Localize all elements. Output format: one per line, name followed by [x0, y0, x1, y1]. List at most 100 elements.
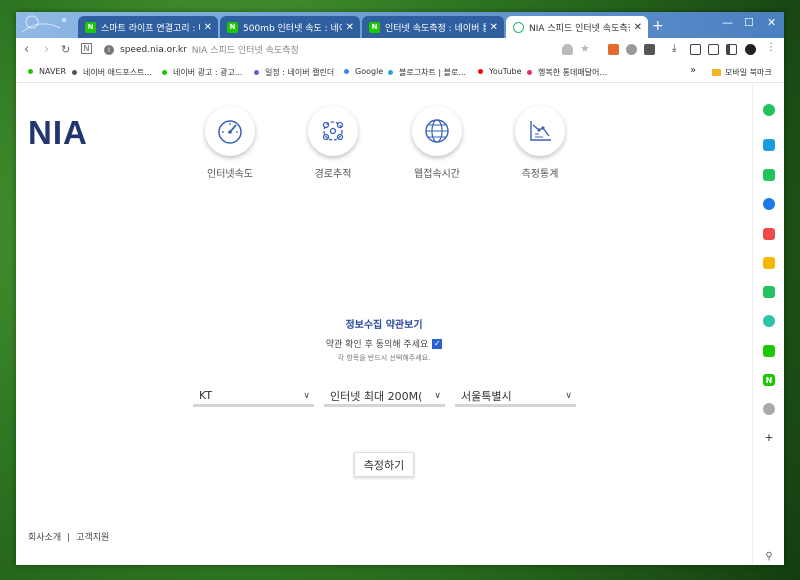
sidebar-app-icon[interactable] [763, 104, 775, 116]
maximize-icon[interactable]: ☐ [744, 16, 754, 29]
nav-internet-speed[interactable]: 인터넷속도 [190, 106, 270, 180]
close-icon[interactable]: ✕ [346, 22, 354, 33]
folder-icon [712, 69, 721, 76]
extension-dark-icon[interactable] [644, 44, 655, 55]
reload-icon[interactable]: ↻ [61, 43, 70, 56]
nav-circle[interactable] [308, 106, 358, 156]
tab-3-active[interactable]: NIA 스피드 인터넷 속도측정 ✕ [506, 16, 648, 38]
nav-web-access-time[interactable]: 웹접속시간 [397, 106, 477, 180]
measure-button[interactable]: 측정하기 [354, 452, 414, 477]
download-icon[interactable]: ⤓ [672, 43, 676, 54]
sidebar-pocket-icon[interactable] [763, 228, 775, 240]
tab-2[interactable]: N 인터넷 속도측정 : 네이버 통합 ✕ [362, 16, 504, 38]
bookmark-label: 일정 : 네이버 캘린더 [265, 68, 335, 77]
agree-hint: 각 항목을 반드시 선택해주세요. [337, 354, 431, 362]
footer-links: 회사소개 | 고객지원 [28, 530, 109, 543]
extension-round-icon[interactable] [626, 44, 637, 55]
bookmark-favicon-icon [72, 70, 77, 75]
forward-arrow-icon[interactable]: › [44, 42, 49, 57]
bookmark-item[interactable]: 네이버 애드포스트... [72, 67, 152, 78]
bookmark-favicon-icon [254, 70, 259, 75]
nav-circle[interactable] [205, 106, 255, 156]
bookmark-item[interactable]: NAVER [28, 67, 66, 76]
close-icon[interactable]: ✕ [204, 22, 212, 33]
profile-avatar-icon[interactable] [745, 44, 756, 55]
bookmark-label: NAVER [39, 67, 67, 76]
menu-kebab-icon[interactable]: ⋮ [766, 42, 776, 53]
footer-separator: | [67, 533, 71, 543]
footer-support-link[interactable]: 고객지원 [76, 533, 109, 543]
naver-favicon-icon: N [85, 21, 96, 33]
chevron-down-icon: ∨ [565, 390, 572, 401]
back-arrow-icon[interactable]: ‹ [24, 42, 29, 57]
sidebar-play-icon[interactable] [763, 315, 775, 327]
sidebar-calendar-icon[interactable] [763, 139, 775, 151]
bookmark-item[interactable]: 블로그차트 | 블로... [388, 67, 466, 78]
tab-0[interactable]: N 스마트 라이프 연결고리 : 네이 ✕ [78, 16, 218, 38]
plan-select[interactable]: 인터넷 최대 200M( ∨ [324, 387, 445, 407]
tab-label: 500mb 인터넷 속도 : 네이버 통 [243, 23, 342, 34]
sidebar-memo-icon[interactable] [763, 345, 775, 357]
nav-circle[interactable] [515, 106, 565, 156]
nav-circle[interactable] [412, 106, 462, 156]
window-close-icon[interactable]: ✕ [767, 16, 776, 29]
new-tab-plus-icon[interactable]: + [652, 18, 664, 34]
minimize-icon[interactable]: — [722, 16, 733, 29]
plan-select-value: 인터넷 최대 200M( [330, 389, 423, 403]
shield-icon[interactable] [562, 44, 573, 55]
sidebar-chat-icon[interactable] [763, 169, 775, 181]
close-icon[interactable]: ✕ [490, 22, 498, 33]
isp-select-value: KT [199, 389, 213, 402]
bookmark-label: 행복한 통데매달어... [538, 68, 608, 77]
bookmark-label: 네이버 광고 : 광고... [173, 68, 243, 77]
agree-label: 약관 확인 후 동의해 주세요 [325, 340, 429, 350]
naver-home-icon[interactable]: N [81, 43, 92, 54]
sidebar-robot-icon[interactable] [763, 403, 775, 415]
sidebar-square-icon[interactable] [763, 286, 775, 298]
isp-select[interactable]: KT ∨ [193, 387, 314, 407]
close-icon[interactable]: ✕ [634, 22, 642, 33]
bookmark-item[interactable]: 네이버 광고 : 광고... [162, 67, 242, 78]
bookmark-item[interactable]: 행복한 통데매달어... [527, 67, 607, 78]
url-text: speed.nia.or.kr [120, 44, 187, 55]
nia-logo[interactable]: NIA [28, 114, 88, 152]
terms-link-text[interactable]: 정보수집 약관보기 [345, 320, 422, 331]
chevron-down-icon: ∨ [303, 390, 310, 401]
statistics-icon [530, 121, 551, 141]
speedometer-icon [218, 120, 242, 144]
bookmark-favicon-icon [388, 70, 393, 75]
star-icon[interactable]: ★ [580, 42, 590, 55]
mobile-bookmarks-folder[interactable]: 모바일 북마크 [712, 67, 772, 78]
nav-label: 인터넷속도 [207, 169, 253, 180]
bookmark-label: Google [355, 67, 384, 76]
address-bar[interactable]: i speed.nia.or.kr NIA 스피드 인터넷 속도측정 [104, 43, 299, 56]
bookmark-item[interactable]: 일정 : 네이버 캘린더 [254, 67, 334, 78]
naver-favicon-icon: N [369, 21, 380, 33]
sidebar-edge-icon[interactable] [763, 198, 775, 210]
footer-about-link[interactable]: 회사소개 [28, 533, 61, 543]
reader-icon[interactable] [708, 44, 719, 55]
chevron-down-icon: ∨ [434, 390, 441, 401]
bookmark-item[interactable]: YouTube [478, 67, 522, 76]
bookmarks-more-button[interactable]: » [690, 65, 696, 76]
info-icon[interactable]: i [104, 44, 114, 55]
nav-route-trace[interactable]: 경로추적 [293, 106, 373, 180]
browser-window: N 스마트 라이프 연결고리 : 네이 ✕ N 500mb 인터넷 속도 : 네… [16, 12, 784, 565]
nav-statistics[interactable]: 측정통계 [500, 106, 580, 180]
sidebar-pin-icon[interactable]: ⚲ [763, 550, 775, 562]
nav-label: 측정통계 [521, 169, 559, 180]
bookmark-item[interactable]: Google [344, 67, 383, 76]
tab-1[interactable]: N 500mb 인터넷 속도 : 네이버 통 ✕ [220, 16, 360, 38]
address-page-title: NIA 스피드 인터넷 속도측정 [191, 46, 299, 56]
bookmark-label: 모바일 북마크 [725, 68, 772, 77]
sidebar-add-icon[interactable]: + [763, 431, 775, 444]
agree-checkbox[interactable]: ✓ [432, 338, 443, 349]
region-select[interactable]: 서울특별시 ∨ [455, 387, 576, 407]
sidebar-naver-icon[interactable]: N [763, 374, 775, 386]
sidebar-toggle-icon[interactable] [726, 44, 737, 55]
capture-icon[interactable] [690, 44, 701, 55]
terms-link[interactable]: 정보수집 약관보기 [16, 316, 752, 331]
extension-orange-icon[interactable] [608, 44, 619, 55]
sidebar-star-icon[interactable] [763, 257, 775, 269]
agree-row: 약관 확인 후 동의해 주세요 ✓ [16, 337, 752, 350]
